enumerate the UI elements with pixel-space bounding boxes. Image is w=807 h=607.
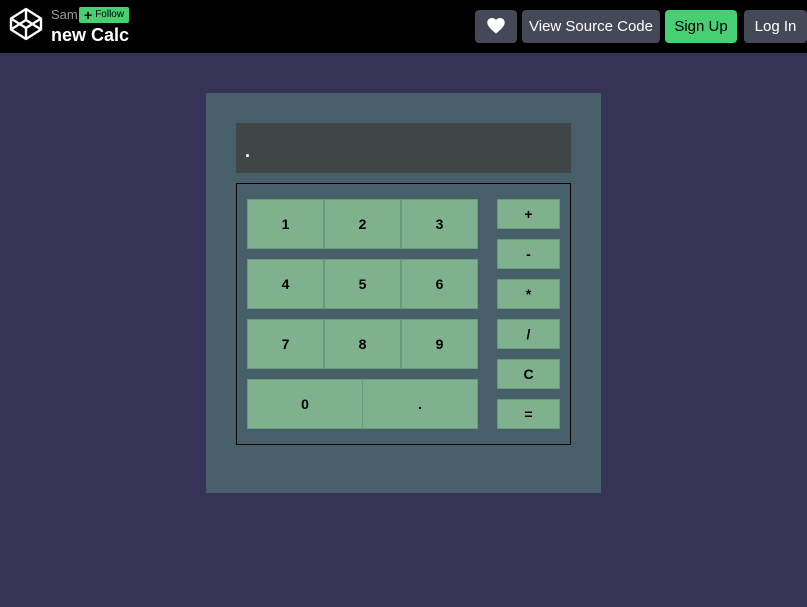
key-4[interactable]: 4 <box>247 259 324 309</box>
key-1[interactable]: 1 <box>247 199 324 249</box>
key-minus[interactable]: - <box>497 239 560 269</box>
top-bar: Sam + Follow new Calc View Source Code S… <box>0 0 807 53</box>
view-source-button[interactable]: View Source Code <box>522 10 660 43</box>
follow-button[interactable]: + Follow <box>79 7 130 23</box>
heart-icon <box>487 18 505 34</box>
follow-label: Follow <box>95 9 125 20</box>
key-clear[interactable]: C <box>497 359 560 389</box>
key-7[interactable]: 7 <box>247 319 324 369</box>
key-6[interactable]: 6 <box>401 259 478 309</box>
author-name[interactable]: Sam <box>51 7 78 22</box>
key-multiply[interactable]: * <box>497 279 560 309</box>
key-3[interactable]: 3 <box>401 199 478 249</box>
key-8[interactable]: 8 <box>324 319 401 369</box>
key-9[interactable]: 9 <box>401 319 478 369</box>
key-equals[interactable]: = <box>497 399 560 429</box>
key-plus[interactable]: + <box>497 199 560 229</box>
key-0[interactable]: 0 <box>247 379 363 429</box>
sign-up-button[interactable]: Sign Up <box>665 10 737 43</box>
calculator-display: . <box>236 123 571 173</box>
calculator: . 1 2 3 4 5 6 7 8 9 0 . + - * / C = <box>206 93 601 493</box>
keypad: 1 2 3 4 5 6 7 8 9 0 . + - * / C = <box>236 183 571 445</box>
like-button[interactable] <box>475 10 517 43</box>
pen-title: new Calc <box>51 25 130 45</box>
key-decimal[interactable]: . <box>362 379 478 429</box>
plus-icon: + <box>84 7 93 23</box>
log-in-button[interactable]: Log In <box>744 10 807 43</box>
codepen-logo-icon[interactable] <box>8 6 44 42</box>
key-divide[interactable]: / <box>497 319 560 349</box>
key-2[interactable]: 2 <box>324 199 401 249</box>
key-5[interactable]: 5 <box>324 259 401 309</box>
